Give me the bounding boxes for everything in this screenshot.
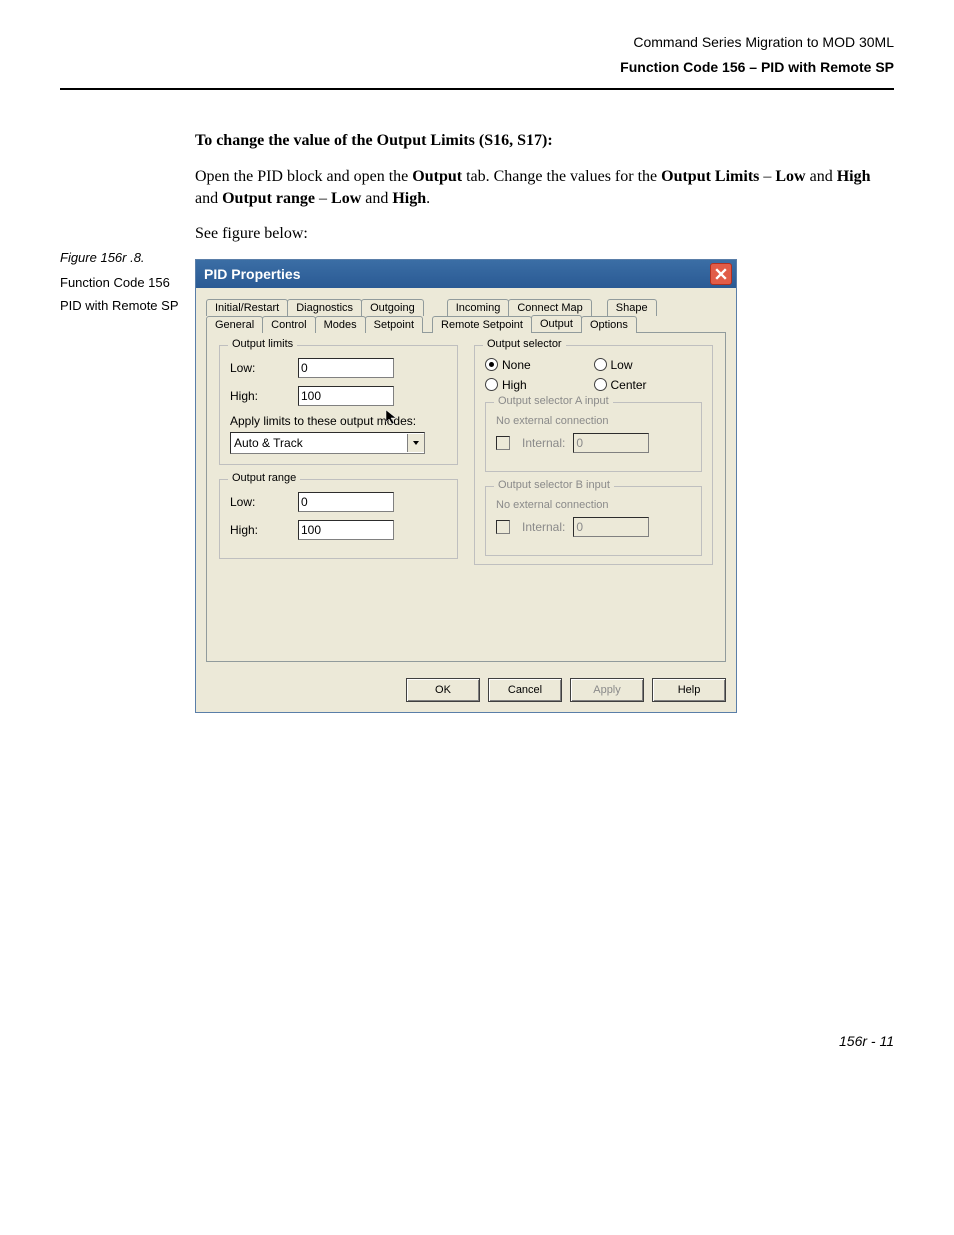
output-selector-group: Output selector None Low High Center Out… (474, 345, 713, 565)
tab-general[interactable]: General (206, 316, 263, 333)
output-limits-legend: Output limits (228, 338, 297, 350)
header-line-2: Function Code 156 – PID with Remote SP (60, 55, 894, 80)
figure-text-1: Function Code 156 (60, 275, 195, 290)
figure-caption-sidebar: Figure 156r .8. Function Code 156 PID wi… (60, 130, 195, 712)
selector-a-legend: Output selector A input (494, 395, 613, 407)
tab-modes[interactable]: Modes (315, 316, 366, 333)
output-limits-group: Output limits Low: High: (219, 345, 458, 465)
figure-number: Figure 156r .8. (60, 250, 195, 265)
selector-b-internal-input (573, 517, 649, 537)
selector-b-group: Output selector B input No external conn… (485, 486, 702, 556)
radio-high[interactable]: High (485, 378, 594, 392)
instruction-heading: To change the value of the Output Limits… (195, 130, 894, 152)
tab-options[interactable]: Options (581, 316, 637, 333)
tab-row-1: Initial/Restart Diagnostics Outgoing Inc… (206, 298, 726, 315)
tab-row-2: General Control Modes Setpoint Remote Se… (206, 315, 726, 332)
cancel-button[interactable]: Cancel (488, 678, 562, 702)
ok-button[interactable]: OK (406, 678, 480, 702)
output-range-high-input[interactable] (298, 520, 394, 540)
apply-button: Apply (570, 678, 644, 702)
dialog-buttons: OK Cancel Apply Help (196, 672, 736, 712)
selector-a-noconn: No external connection (496, 415, 691, 427)
tab-setpoint[interactable]: Setpoint (365, 316, 423, 333)
tab-control[interactable]: Control (262, 316, 315, 333)
output-range-high-label: High: (230, 523, 290, 537)
figure-text-2: PID with Remote SP (60, 298, 195, 313)
dialog-title: PID Properties (204, 266, 300, 282)
tab-initial-restart[interactable]: Initial/Restart (206, 299, 288, 316)
page-header: Command Series Migration to MOD 30ML Fun… (60, 30, 894, 80)
tab-remote-setpoint[interactable]: Remote Setpoint (432, 316, 532, 333)
radio-center[interactable]: Center (594, 378, 703, 392)
radio-none[interactable]: None (485, 358, 594, 372)
output-limits-low-input[interactable] (298, 358, 394, 378)
output-limits-high-input[interactable] (298, 386, 394, 406)
tab-shape[interactable]: Shape (607, 299, 657, 316)
dialog-titlebar[interactable]: PID Properties (196, 260, 736, 288)
instruction-paragraph: Open the PID block and open the Output t… (195, 166, 894, 209)
see-figure-text: See figure below: (195, 223, 894, 245)
output-limits-high-label: High: (230, 389, 290, 403)
tab-output[interactable]: Output (531, 315, 582, 332)
tab-body-output: Output limits Low: High: (206, 332, 726, 662)
tab-outgoing[interactable]: Outgoing (361, 299, 424, 316)
tab-diagnostics[interactable]: Diagnostics (287, 299, 362, 316)
tab-connect-map[interactable]: Connect Map (508, 299, 591, 316)
selector-a-internal-input (573, 433, 649, 453)
apply-limits-combo-value: Auto & Track (234, 436, 303, 450)
selector-b-internal-label: Internal: (522, 520, 565, 534)
output-range-low-label: Low: (230, 495, 290, 509)
selector-b-internal-checkbox (496, 520, 510, 534)
close-button[interactable] (710, 263, 732, 285)
output-limits-low-label: Low: (230, 361, 290, 375)
selector-b-legend: Output selector B input (494, 479, 614, 491)
selector-b-noconn: No external connection (496, 499, 691, 511)
chevron-down-icon (407, 434, 424, 452)
output-range-group: Output range Low: High: (219, 479, 458, 559)
selector-a-group: Output selector A input No external conn… (485, 402, 702, 472)
apply-limits-combo[interactable]: Auto & Track (230, 432, 425, 454)
output-range-low-input[interactable] (298, 492, 394, 512)
close-icon (715, 268, 727, 280)
page-footer: 156r - 11 (60, 1033, 894, 1049)
header-rule (60, 88, 894, 90)
radio-low[interactable]: Low (594, 358, 703, 372)
tab-incoming[interactable]: Incoming (447, 299, 510, 316)
pid-properties-dialog: PID Properties Initial/Restart Diagnosti… (195, 259, 737, 713)
cursor-icon (384, 408, 400, 424)
output-selector-legend: Output selector (483, 338, 566, 350)
selector-a-internal-label: Internal: (522, 436, 565, 450)
output-range-legend: Output range (228, 472, 300, 484)
header-line-1: Command Series Migration to MOD 30ML (60, 30, 894, 55)
help-button[interactable]: Help (652, 678, 726, 702)
selector-a-internal-checkbox (496, 436, 510, 450)
